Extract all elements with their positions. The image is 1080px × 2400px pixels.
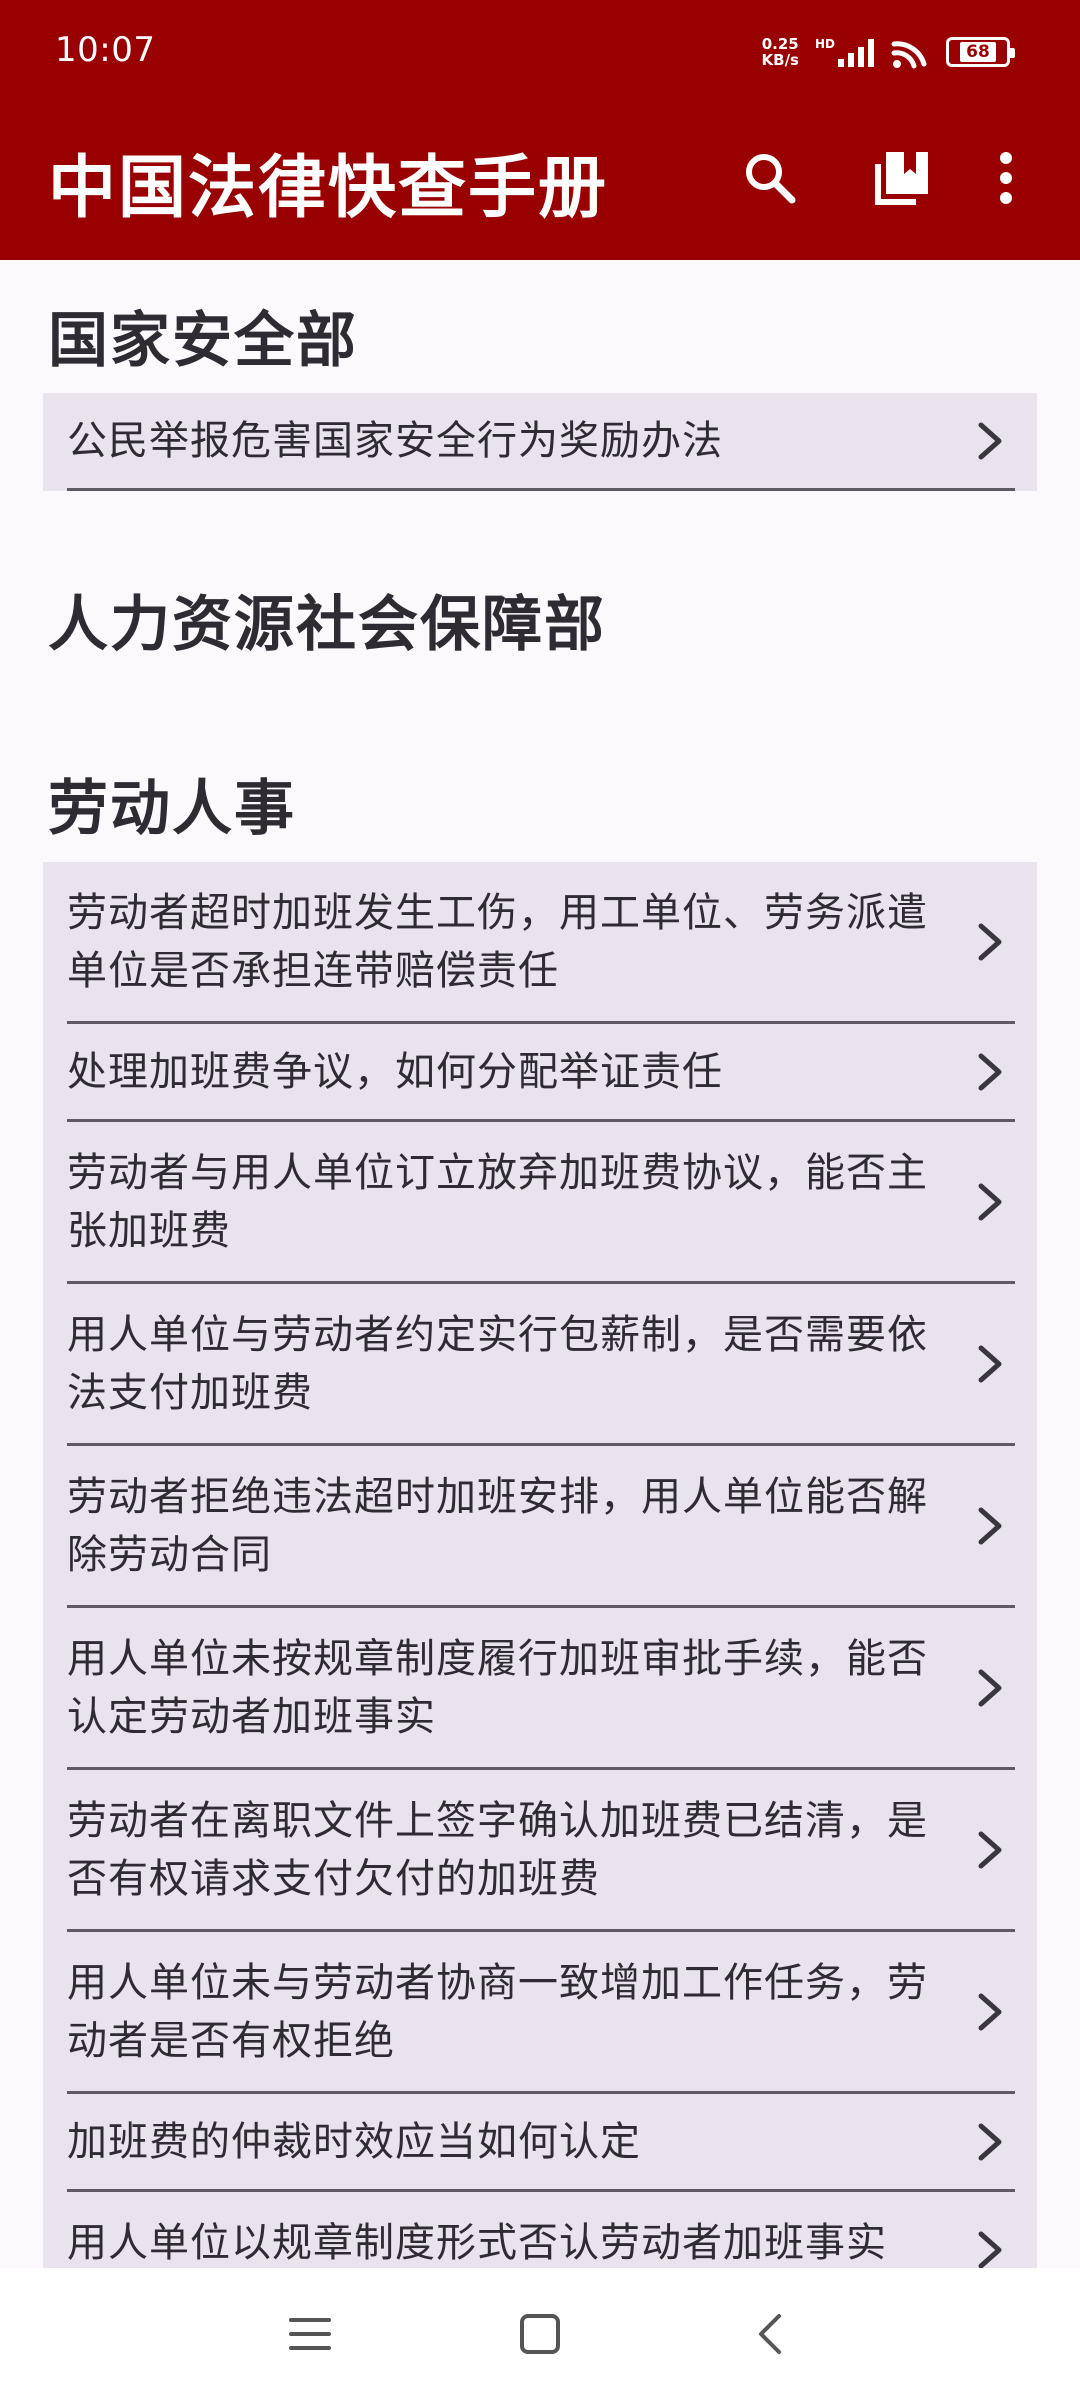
list-item[interactable]: 劳动者在离职文件上签字确认加班费已结清，是否有权请求支付欠付的加班费 xyxy=(67,1770,1015,1932)
list-item[interactable]: 加班费的仲裁时效应当如何认定 xyxy=(67,2094,1015,2192)
section-card: 公民举报危害国家安全行为奖励办法 xyxy=(43,393,1037,491)
home-button[interactable] xyxy=(500,2294,580,2374)
chevron-right-icon xyxy=(978,422,1002,459)
list-item-label: 用人单位未按规章制度履行加班审批手续，能否认定劳动者加班事实 xyxy=(67,1635,928,1740)
bookmarks-icon xyxy=(875,152,928,205)
back-button[interactable] xyxy=(730,2294,810,2374)
signal-icon: HD xyxy=(815,37,874,67)
list-item[interactable]: 公民举报危害国家安全行为奖励办法 xyxy=(67,393,1015,491)
list-item[interactable]: 处理加班费争议，如何分配举证责任 xyxy=(67,1024,1015,1122)
chevron-right-icon xyxy=(978,2123,1002,2160)
more-vert-icon xyxy=(1000,152,1012,204)
list-item-label: 用人单位以规章制度形式否认劳动者加班事实 xyxy=(67,2220,887,2266)
status-bar: 10:07 0.25 KB/s HD 68 xyxy=(0,0,1080,96)
chevron-right-icon xyxy=(978,1053,1002,1090)
network-speed-value: 0.25 xyxy=(761,35,799,53)
app-bar: 中国法律快查手册 xyxy=(0,96,1080,260)
network-speed: 0.25 KB/s xyxy=(762,36,799,68)
list-item-label: 用人单位未与劳动者协商一致增加工作任务，劳动者是否有权拒绝 xyxy=(67,1959,928,2064)
list-item[interactable]: 用人单位与劳动者约定实行包薪制，是否需要依法支付加班费 xyxy=(67,1284,1015,1446)
menu-icon xyxy=(289,2318,331,2350)
app-title: 中国法律快查手册 xyxy=(48,149,609,228)
chevron-right-icon xyxy=(978,1345,1002,1382)
hd-indicator: HD xyxy=(814,37,835,51)
list-item-label: 劳动者超时加班发生工伤，用工单位、劳务派遣单位是否承担连带赔偿责任 xyxy=(67,889,928,994)
home-icon xyxy=(520,2314,560,2354)
list-item-label: 公民举报危害国家安全行为奖励办法 xyxy=(67,417,723,464)
list-item-label: 劳动者在离职文件上签字确认加班费已结清，是否有权请求支付欠付的加班费 xyxy=(67,1797,928,1902)
section-card: 劳动者超时加班发生工伤，用工单位、劳务派遣单位是否承担连带赔偿责任 处理加班费争… xyxy=(43,862,1037,2270)
wifi-icon xyxy=(891,41,927,69)
list-item[interactable]: 劳动者与用人单位订立放弃加班费协议，能否主张加班费 xyxy=(67,1122,1015,1284)
chevron-right-icon xyxy=(978,1183,1002,1220)
list-item-label: 劳动者与用人单位订立放弃加班费协议，能否主张加班费 xyxy=(67,1149,928,1254)
list-item[interactable]: 劳动者超时加班发生工伤，用工单位、劳务派遣单位是否承担连带赔偿责任 xyxy=(67,862,1015,1024)
chevron-right-icon xyxy=(978,2231,1002,2269)
search-icon xyxy=(746,154,796,204)
section-title: 国家安全部 xyxy=(48,306,358,376)
system-nav-bar xyxy=(0,2268,1080,2400)
list-item-label: 加班费的仲裁时效应当如何认定 xyxy=(67,2118,641,2165)
network-speed-unit: KB/s xyxy=(761,51,799,69)
section-title: 人力资源社会保障部 xyxy=(48,590,606,660)
status-icons: 0.25 KB/s HD 68 xyxy=(762,30,1015,74)
chevron-right-icon xyxy=(978,1831,1002,1868)
list-item[interactable]: 用人单位未与劳动者协商一致增加工作任务，劳动者是否有权拒绝 xyxy=(67,1932,1015,2094)
more-options-button[interactable] xyxy=(976,136,1036,220)
section-title: 劳动人事 xyxy=(48,774,296,844)
chevron-right-icon xyxy=(978,1669,1002,1706)
back-icon xyxy=(759,2314,781,2354)
list-item[interactable]: 用人单位以规章制度形式否认劳动者加班事实 xyxy=(67,2192,1015,2270)
chevron-right-icon xyxy=(978,1993,1002,2030)
list-item[interactable]: 劳动者拒绝违法超时加班安排，用人单位能否解除劳动合同 xyxy=(67,1446,1015,1608)
bookmarks-button[interactable] xyxy=(860,136,944,220)
list-item-label: 劳动者拒绝违法超时加班安排，用人单位能否解除劳动合同 xyxy=(67,1473,928,1578)
search-button[interactable] xyxy=(728,136,812,220)
chevron-right-icon xyxy=(978,1507,1002,1544)
list-item-label: 处理加班费争议，如何分配举证责任 xyxy=(67,1048,723,1095)
status-time: 10:07 xyxy=(55,30,156,70)
battery-level: 68 xyxy=(960,42,996,62)
list-item[interactable]: 用人单位未按规章制度履行加班审批手续，能否认定劳动者加班事实 xyxy=(67,1608,1015,1770)
list-item-label: 用人单位与劳动者约定实行包薪制，是否需要依法支付加班费 xyxy=(67,1311,928,1416)
battery-icon: 68 xyxy=(946,37,1015,67)
recents-button[interactable] xyxy=(270,2294,350,2374)
chevron-right-icon xyxy=(978,923,1002,960)
